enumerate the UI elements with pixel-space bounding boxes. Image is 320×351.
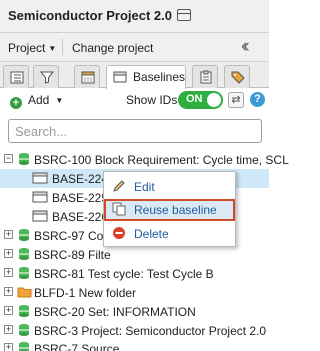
tree-label: BSRC-100 Block Requirement: Cycle time, … xyxy=(34,153,289,167)
expand-icon[interactable]: + xyxy=(4,343,13,351)
tree-row[interactable]: + BSRC-89 Filte xyxy=(0,245,269,264)
expand-icon[interactable]: + xyxy=(4,287,13,296)
tree-label: BASE-225 xyxy=(52,191,109,205)
menu-item-delete[interactable]: Delete xyxy=(104,223,235,245)
caret-down-icon: ▼ xyxy=(48,44,57,54)
baseline-icon xyxy=(32,172,48,184)
toolbar: + Add ▼ Show IDs ON ⇄ ? xyxy=(0,88,269,114)
menu-item-edit[interactable]: Edit xyxy=(104,176,235,198)
baseline-icon xyxy=(113,71,127,83)
menu-item-reuse-baseline[interactable]: Reuse baseline xyxy=(104,199,235,221)
tree-label: BLFD-1 New folder xyxy=(34,286,137,300)
menu-item-label: Delete xyxy=(134,227,169,241)
tree-row[interactable]: − BSRC-100 Block Requirement: Cycle time… xyxy=(0,150,289,169)
window-layout-icon[interactable] xyxy=(177,9,191,21)
tab-filter[interactable] xyxy=(33,65,59,88)
plus-icon: + xyxy=(10,97,22,109)
tab-calendar[interactable] xyxy=(74,65,100,88)
copy-icon xyxy=(112,202,126,216)
tree-label: BSRC-81 Test cycle: Test Cycle B xyxy=(34,267,214,281)
tab-tags[interactable] xyxy=(224,65,250,88)
search-input[interactable]: Search... xyxy=(8,119,262,143)
tree-label: BSRC-97 Con xyxy=(34,229,111,243)
menu-divider xyxy=(62,39,63,55)
title-bar: Semiconductor Project 2.0 xyxy=(0,0,269,33)
show-ids-toggle[interactable]: ON xyxy=(178,91,223,109)
list-icon xyxy=(10,71,24,84)
tab-baselines-label: Baselines xyxy=(133,70,186,84)
tree-row[interactable]: + BSRC-81 Test cycle: Test Cycle B xyxy=(0,264,269,283)
tag-icon xyxy=(231,71,245,84)
stack-icon xyxy=(19,248,29,260)
delete-icon xyxy=(113,227,125,239)
tab-bar: Baselines xyxy=(0,62,269,89)
tree-label: BSRC-20 Set: INFORMATION xyxy=(34,305,196,319)
stack-icon xyxy=(19,153,29,165)
pencil-icon xyxy=(113,180,125,192)
collapse-icon[interactable]: − xyxy=(4,154,13,163)
refresh-icon[interactable]: ⇄ xyxy=(228,92,244,108)
toggle-state: ON xyxy=(186,93,203,105)
tree-label: BSRC-89 Filte xyxy=(34,248,111,262)
tree-row[interactable]: + BSRC-7 Source xyxy=(0,339,269,351)
add-button[interactable]: + Add ▼ xyxy=(10,93,63,109)
stack-icon xyxy=(19,267,29,279)
tab-clipboard[interactable] xyxy=(192,65,218,88)
expand-icon[interactable]: + xyxy=(4,230,13,239)
caret-down-icon: ▼ xyxy=(55,96,64,106)
change-project-link[interactable]: Change project xyxy=(72,41,153,55)
tree-row[interactable]: + BSRC-20 Set: INFORMATION xyxy=(0,302,269,321)
help-icon[interactable]: ? xyxy=(250,92,265,107)
menu-item-label: Edit xyxy=(134,180,155,194)
project-menu[interactable]: Project ▼ xyxy=(8,41,56,55)
add-label: Add xyxy=(28,93,50,107)
menu-item-label: Reuse baseline xyxy=(134,203,217,217)
stack-icon xyxy=(19,342,29,351)
calendar-icon xyxy=(81,71,95,84)
tree-label: BSRC-3 Project: Semiconductor Project 2.… xyxy=(34,324,267,338)
folder-icon xyxy=(17,287,32,298)
stack-icon xyxy=(19,305,29,317)
tab-list[interactable] xyxy=(3,65,29,88)
expand-icon[interactable]: + xyxy=(4,306,13,315)
expand-icon[interactable]: + xyxy=(4,249,13,258)
filter-icon xyxy=(40,71,54,84)
project-menu-label: Project xyxy=(8,41,46,55)
stack-icon xyxy=(19,229,29,241)
context-menu: Edit Reuse baseline Delete xyxy=(103,171,236,247)
window-title: Semiconductor Project 2.0 xyxy=(8,8,172,23)
clipboard-icon xyxy=(200,70,212,84)
collapse-panel-icon[interactable]: ‹‹ xyxy=(241,36,249,58)
tab-baselines[interactable]: Baselines xyxy=(106,65,186,89)
tree-label: BSRC-7 Source xyxy=(34,342,120,351)
expand-icon[interactable]: + xyxy=(4,268,13,277)
menu-bar: Project ▼ Change project ‹‹ xyxy=(0,33,269,62)
stack-icon xyxy=(19,324,29,336)
baseline-icon xyxy=(32,191,48,203)
tree-label: BASE-226 xyxy=(52,210,109,224)
toggle-knob xyxy=(207,93,221,107)
tree-row[interactable]: + BLFD-1 New folder xyxy=(0,283,269,302)
tree-row[interactable]: + BSRC-3 Project: Semiconductor Project … xyxy=(0,321,269,340)
expand-icon[interactable]: + xyxy=(4,325,13,334)
baseline-icon xyxy=(32,210,48,222)
show-ids-label: Show IDs xyxy=(126,93,178,107)
